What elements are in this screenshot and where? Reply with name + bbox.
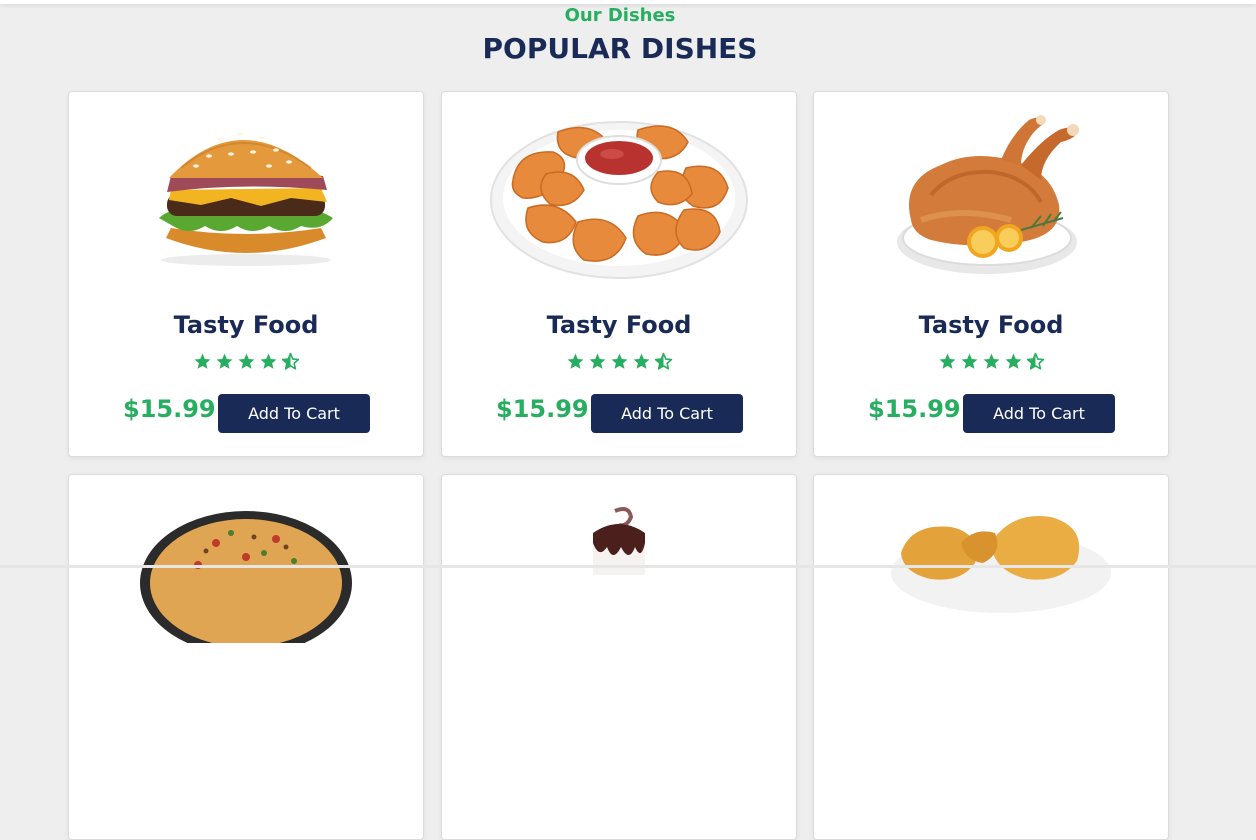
fried-chicken-image	[814, 503, 1168, 703]
dish-title: Tasty Food	[546, 311, 692, 339]
star-icon	[589, 353, 605, 369]
dish-card: Tasty Food $15.99 Add To Cart	[441, 91, 797, 457]
dish-card: Tasty Food $15.99 Add To Cart	[813, 91, 1169, 457]
rating-stars	[69, 352, 423, 371]
star-icon	[939, 353, 955, 369]
star-icon	[567, 353, 583, 369]
pizza-image	[69, 503, 423, 703]
roast-chicken-image	[814, 110, 1168, 310]
nuggets-image	[442, 110, 796, 310]
star-icon	[238, 353, 254, 369]
star-icon	[1005, 353, 1021, 369]
dish-card	[68, 474, 424, 840]
dish-card: Tasty Food $15.99 Add To Cart	[68, 91, 424, 457]
dish-title: Tasty Food	[918, 311, 1064, 339]
add-to-cart-button[interactable]: Add To Cart	[963, 394, 1115, 433]
rating-stars	[442, 352, 796, 371]
add-to-cart-button[interactable]: Add To Cart	[591, 394, 743, 433]
header-bar	[0, 0, 1256, 4]
star-icon	[260, 353, 276, 369]
star-icon	[961, 353, 977, 369]
star-icon	[611, 353, 627, 369]
dish-price: $15.99	[496, 395, 589, 423]
star-half-icon	[654, 352, 672, 370]
dish-price: $15.99	[868, 395, 961, 423]
section-subtitle: Our Dishes	[564, 5, 676, 26]
star-icon	[194, 353, 210, 369]
section-title: POPULAR DISHES	[482, 32, 758, 65]
star-icon	[633, 353, 649, 369]
rating-stars	[814, 352, 1168, 371]
dish-title: Tasty Food	[173, 311, 319, 339]
dish-price: $15.99	[123, 395, 216, 423]
star-half-icon	[1026, 352, 1044, 370]
burger-image	[69, 110, 423, 310]
dish-card	[441, 474, 797, 840]
ice-cream-image	[442, 503, 796, 703]
star-half-icon	[281, 352, 299, 370]
dish-card	[813, 474, 1169, 840]
add-to-cart-button[interactable]: Add To Cart	[218, 394, 370, 433]
star-icon	[216, 353, 232, 369]
star-icon	[983, 353, 999, 369]
